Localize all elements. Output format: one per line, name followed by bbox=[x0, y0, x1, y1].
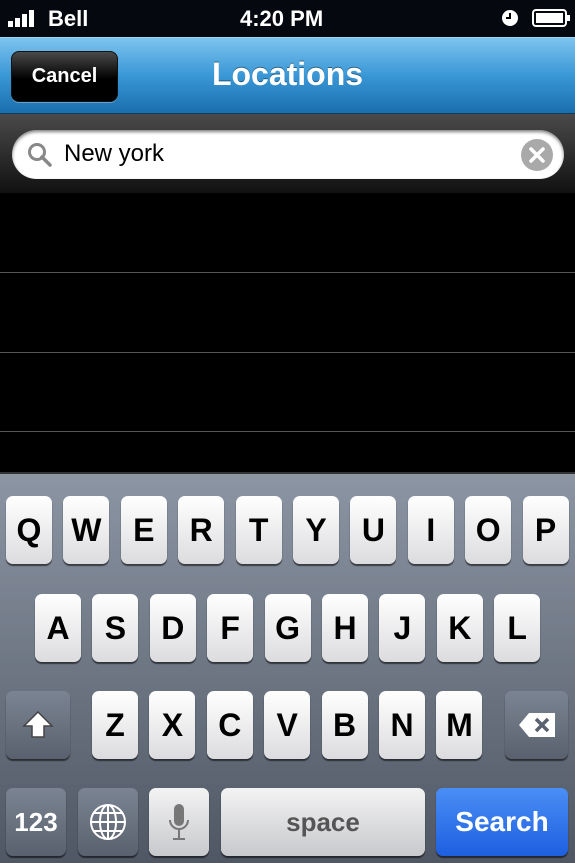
clock-icon bbox=[502, 10, 518, 26]
key-m[interactable]: M bbox=[436, 691, 483, 759]
key-t[interactable]: T bbox=[235, 496, 282, 564]
key-x[interactable]: X bbox=[149, 691, 196, 759]
key-l[interactable]: L bbox=[494, 594, 541, 662]
key-u[interactable]: U bbox=[350, 496, 397, 564]
key-f[interactable]: F bbox=[207, 594, 254, 662]
key-n[interactable]: N bbox=[379, 691, 425, 759]
key-g[interactable]: G bbox=[264, 594, 311, 662]
key-b[interactable]: B bbox=[321, 691, 368, 759]
row-divider bbox=[0, 352, 575, 353]
search-icon bbox=[28, 143, 52, 167]
status-bar: Bell 4:20 PM bbox=[0, 0, 575, 37]
page-title: Locations bbox=[211, 56, 364, 92]
key-c[interactable]: C bbox=[206, 691, 253, 759]
keyboard: 123 space Search QWERTYUIOP ASDFGHJKL ZXCV… bbox=[0, 472, 575, 863]
key-y[interactable]: Y bbox=[293, 496, 339, 564]
search-input-value: New york bbox=[64, 140, 165, 167]
row-divider bbox=[0, 431, 575, 432]
microphone-icon bbox=[169, 804, 189, 840]
key-d[interactable]: D bbox=[149, 594, 196, 662]
key-e[interactable]: E bbox=[120, 496, 167, 564]
clear-icon[interactable] bbox=[520, 138, 554, 172]
battery-icon bbox=[532, 9, 570, 27]
shift-icon bbox=[22, 710, 54, 738]
dictation-key[interactable] bbox=[149, 788, 209, 856]
globe-key[interactable] bbox=[78, 788, 138, 856]
key-s[interactable]: S bbox=[92, 594, 139, 662]
key-z[interactable]: Z bbox=[92, 691, 138, 759]
delete-icon bbox=[518, 713, 555, 737]
search-key[interactable]: Search bbox=[436, 788, 568, 856]
key-o[interactable]: O bbox=[465, 496, 512, 564]
key-i[interactable]: I bbox=[407, 496, 454, 564]
search-input[interactable]: New york bbox=[12, 130, 564, 179]
key-r[interactable]: R bbox=[178, 496, 225, 564]
key-a[interactable]: A bbox=[35, 594, 81, 662]
key-p[interactable]: P bbox=[522, 496, 569, 564]
key-w[interactable]: W bbox=[63, 496, 110, 564]
navigation-bar: Cancel Locations bbox=[0, 37, 575, 114]
time: 4:20 PM bbox=[240, 6, 324, 31]
shift-key[interactable] bbox=[6, 691, 70, 759]
globe-icon bbox=[90, 804, 126, 840]
space-key[interactable]: space bbox=[221, 788, 425, 856]
key-k[interactable]: K bbox=[436, 594, 483, 662]
carrier: Bell bbox=[48, 6, 89, 31]
row-divider bbox=[0, 272, 575, 273]
signal-icon bbox=[8, 10, 34, 27]
key-q[interactable]: Q bbox=[6, 496, 52, 564]
delete-key[interactable] bbox=[505, 691, 568, 759]
key-v[interactable]: V bbox=[264, 691, 311, 759]
search-bar: New york bbox=[0, 114, 575, 193]
key-j[interactable]: J bbox=[379, 594, 426, 662]
key-h[interactable]: H bbox=[322, 594, 368, 662]
numbers-key[interactable]: 123 bbox=[6, 788, 66, 856]
